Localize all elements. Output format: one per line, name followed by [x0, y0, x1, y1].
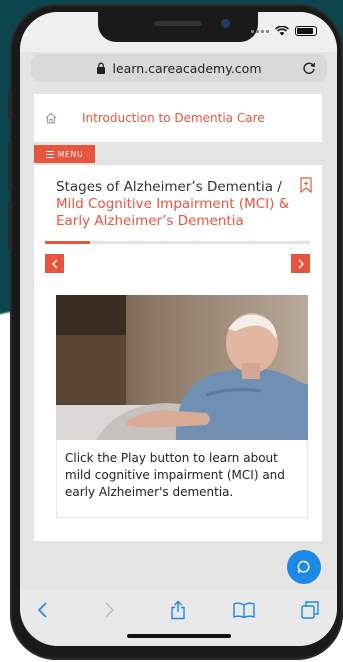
menu-button[interactable]: MENU [34, 145, 95, 163]
tabs-icon[interactable] [300, 600, 320, 620]
lesson-card: Stages of Alzheimer’s Dementia / Mild Co… [34, 165, 322, 541]
caption-box: Click the Play button to learn about mil… [56, 440, 308, 518]
home-indicator [127, 634, 231, 638]
url-text: learn.careacademy.com [112, 60, 262, 76]
site-header: Introduction to Dementia Care [34, 94, 322, 142]
lesson-progress-bar [45, 241, 310, 244]
chat-button[interactable] [287, 550, 321, 584]
lesson-title: Stages of Alzheimer’s Dementia / Mild Co… [56, 179, 296, 230]
forward-arrow-icon[interactable] [98, 600, 118, 620]
bookmark-icon[interactable] [300, 177, 312, 193]
lock-icon [97, 62, 106, 74]
previous-page-button[interactable] [45, 254, 64, 273]
video-still-image [56, 295, 308, 440]
phone-screen: learn.careacademy.com Introduction to De… [20, 12, 337, 646]
next-page-button[interactable] [291, 254, 310, 273]
speaker-grille [154, 21, 202, 26]
status-icons [251, 26, 317, 36]
battery-icon [295, 26, 317, 36]
wifi-icon [275, 26, 289, 36]
chevron-right-icon [298, 259, 304, 268]
hamburger-icon [45, 150, 54, 158]
browser-toolbar [20, 590, 337, 646]
signal-icon [251, 29, 269, 33]
lesson-video[interactable] [56, 295, 308, 440]
share-icon[interactable] [168, 600, 188, 620]
lesson-title-main: Stages of Alzheimer’s Dementia / [56, 179, 282, 195]
back-arrow-icon[interactable] [34, 600, 54, 620]
chevron-left-icon [51, 259, 57, 268]
lesson-subtitle: Mild Cognitive Impairment (MCI) & Early … [56, 196, 290, 229]
open-book-icon[interactable] [232, 600, 256, 620]
chat-bubble-icon [297, 560, 310, 573]
status-bar [20, 12, 337, 52]
front-camera [221, 19, 230, 28]
lesson-caption: Click the Play button to learn about mil… [65, 451, 285, 499]
home-icon[interactable] [44, 111, 58, 125]
reload-icon[interactable] [301, 60, 317, 76]
address-bar[interactable]: learn.careacademy.com [31, 54, 327, 82]
lesson-progress-fill [45, 241, 91, 244]
course-title-link[interactable]: Introduction to Dementia Care [82, 111, 265, 125]
menu-label: MENU [57, 149, 84, 159]
notch [98, 12, 258, 42]
